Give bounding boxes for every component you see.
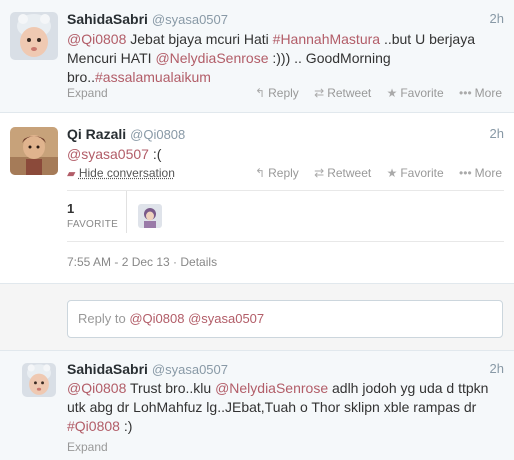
more-dots-icon: ••• [459, 86, 472, 100]
tweet-timestamp-details[interactable]: 7:55 AM - 2 Dec 13 · Details [67, 255, 217, 269]
more-button[interactable]: ••• More [459, 166, 502, 180]
divider [67, 241, 504, 242]
stats-separator [126, 191, 127, 233]
mention-link[interactable]: @Qi0808 [67, 380, 126, 396]
hashtag-link[interactable]: #HannahMastura [273, 31, 380, 47]
mention-link[interactable]: @NelydiaSenrose [215, 380, 328, 396]
tweet-text: @Qi0808 Trust bro..klu @NelydiaSenrose a… [67, 380, 489, 434]
expand-link[interactable]: Expand [67, 86, 108, 100]
mention-link[interactable]: @NelydiaSenrose [155, 50, 268, 66]
favorite-button[interactable]: ★ Favorite [387, 86, 444, 100]
retweet-icon: ⇄ [314, 86, 325, 100]
mention-link[interactable]: @Qi0808 [67, 31, 126, 47]
expand-link[interactable]: Expand [67, 440, 108, 454]
star-icon: ★ [386, 86, 398, 100]
more-button[interactable]: ••• More [459, 86, 502, 100]
speech-bubble-icon: ▰ [67, 168, 76, 180]
reply-input[interactable]: Reply to @Qi0808 @syasa0507 [67, 300, 503, 338]
author-fullname[interactable]: SahidaSabri [67, 11, 148, 27]
hashtag-link[interactable]: #assalamualaikum [95, 69, 211, 85]
author-fullname[interactable]: SahidaSabri [67, 361, 148, 377]
retweet-button[interactable]: ⇄ Retweet [314, 86, 371, 100]
tweet-3[interactable]: SahidaSabri @syasa0507 2h @Qi0808 Trust b… [0, 351, 514, 460]
reply-button[interactable]: ↰ Reply [255, 166, 299, 180]
author-fullname[interactable]: Qi Razali [67, 126, 126, 142]
mention-link[interactable]: @syasa0507 [67, 146, 149, 162]
tweet-time[interactable]: 2h [490, 361, 504, 376]
more-dots-icon: ••• [459, 166, 472, 180]
tweet-time[interactable]: 2h [490, 11, 504, 26]
tweet-text: @syasa0507 :( [67, 146, 162, 162]
favorite-button[interactable]: ★ Favorite [387, 166, 444, 180]
tweet-actions: ↰ Reply ⇄ Retweet ★ Favorite ••• More [243, 166, 502, 180]
tweet-text: @Qi0808 Jebat bjaya mcuri Hati #HannahMa… [67, 31, 475, 85]
reply-icon: ↰ [255, 86, 266, 100]
tweet-1[interactable]: SahidaSabri @syasa0507 2h @Qi0808 Jebat b… [0, 0, 514, 113]
tweet-actions: ↰ Reply ⇄ Retweet ★ Favorite ••• More [243, 86, 502, 100]
divider [67, 190, 504, 191]
author-handle[interactable]: @syasa0507 [152, 12, 228, 27]
favorite-label: FAVORITE [67, 219, 119, 230]
favoriter-avatar[interactable] [138, 204, 162, 228]
tweet-2-expanded[interactable]: Qi Razali @Qi0808 2h @syasa0507 :( ▰ Hide… [0, 113, 514, 283]
retweet-button[interactable]: ⇄ Retweet [314, 166, 371, 180]
tweet-time[interactable]: 2h [490, 126, 504, 141]
avatar[interactable] [10, 12, 58, 60]
reply-button[interactable]: ↰ Reply [255, 86, 299, 100]
reply-icon: ↰ [255, 166, 266, 180]
author-handle[interactable]: @syasa0507 [152, 362, 228, 377]
hide-conversation-link[interactable]: ▰ Hide conversation [67, 166, 175, 180]
hashtag-link[interactable]: #Qi0808 [67, 418, 120, 434]
reply-area: Reply to @Qi0808 @syasa0507 [0, 283, 514, 351]
favorite-count[interactable]: 1 [67, 201, 74, 216]
avatar[interactable] [10, 127, 58, 175]
star-icon: ★ [386, 166, 398, 180]
avatar[interactable] [22, 363, 56, 397]
retweet-icon: ⇄ [314, 166, 325, 180]
author-handle[interactable]: @Qi0808 [130, 127, 185, 142]
